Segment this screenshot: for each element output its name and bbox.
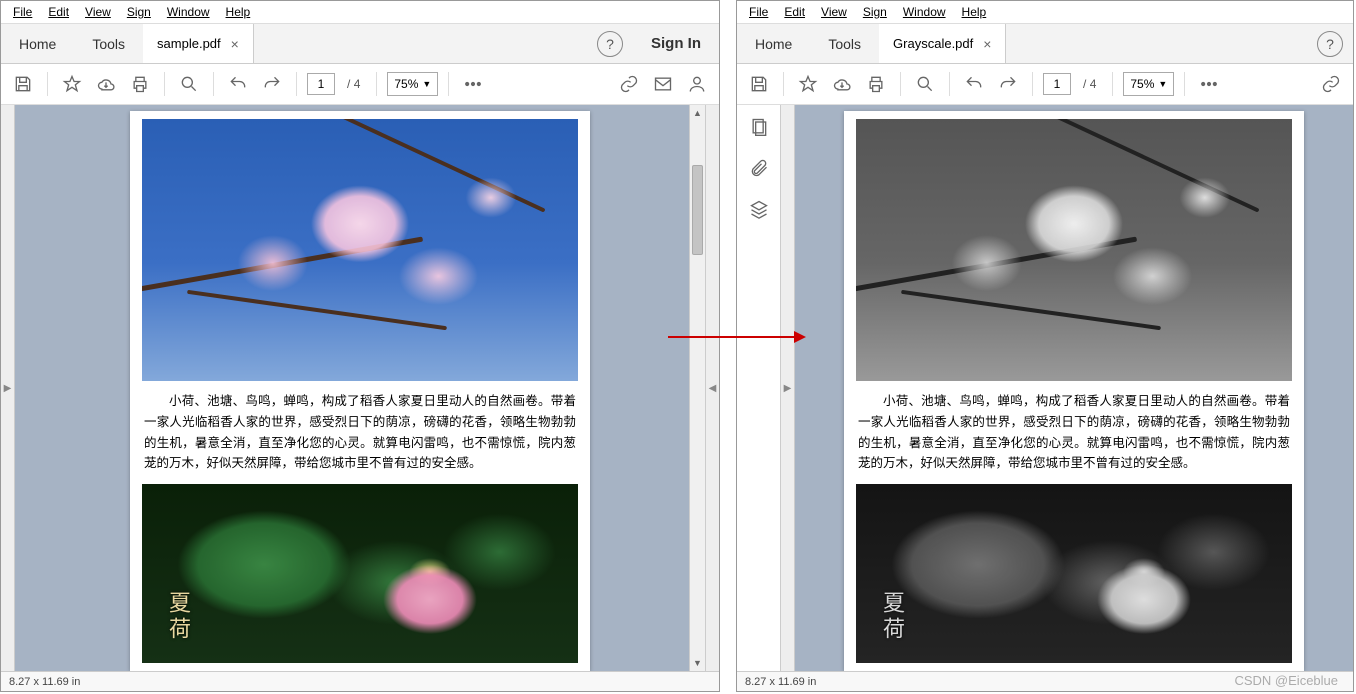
thumbnails-icon[interactable] bbox=[749, 117, 769, 140]
page-number-input[interactable] bbox=[1043, 73, 1071, 95]
document-viewport[interactable]: 小荷、池塘、鸟鸣，蝉鸣，构成了稻香人家夏日里动人的自然画卷。带着一家人光临稻香人… bbox=[795, 105, 1353, 671]
layers-icon[interactable] bbox=[749, 199, 769, 222]
tab-tools[interactable]: Tools bbox=[810, 24, 879, 63]
document-tab-label: Grayscale.pdf bbox=[893, 36, 973, 51]
document-tab[interactable]: sample.pdf × bbox=[143, 24, 254, 63]
cherry-blossom-image-grayscale bbox=[856, 119, 1292, 381]
close-tab-icon[interactable]: × bbox=[231, 36, 239, 52]
page-size-label: 8.27 x 11.69 in bbox=[745, 676, 816, 688]
paragraph-text: 小荷、池塘、鸟鸣，蝉鸣，构成了稻香人家夏日里动人的自然画卷。带着一家人光临稻香人… bbox=[142, 389, 578, 476]
star-icon[interactable] bbox=[794, 70, 822, 98]
paragraph-text: 小荷、池塘、鸟鸣，蝉鸣，构成了稻香人家夏日里动人的自然画卷。带着一家人光临稻香人… bbox=[856, 389, 1292, 476]
print-icon[interactable] bbox=[126, 70, 154, 98]
menu-window[interactable]: Window bbox=[159, 3, 218, 21]
attachments-icon[interactable] bbox=[749, 158, 769, 181]
menu-file[interactable]: File bbox=[741, 3, 776, 21]
scroll-thumb[interactable] bbox=[692, 165, 703, 255]
pdf-page: 小荷、池塘、鸟鸣，蝉鸣，构成了稻香人家夏日里动人的自然画卷。带着一家人光临稻香人… bbox=[844, 111, 1304, 671]
more-icon[interactable] bbox=[459, 70, 487, 98]
redo-icon[interactable] bbox=[994, 70, 1022, 98]
cherry-blossom-image bbox=[142, 119, 578, 381]
menu-sign[interactable]: Sign bbox=[855, 3, 895, 21]
status-bar: 8.27 x 11.69 in bbox=[1, 671, 719, 691]
side-panel bbox=[737, 105, 781, 671]
close-tab-icon[interactable]: × bbox=[983, 36, 991, 52]
cloud-icon[interactable] bbox=[828, 70, 856, 98]
save-icon[interactable] bbox=[745, 70, 773, 98]
lotus-caption: 夏荷 bbox=[162, 591, 194, 643]
lotus-caption: 夏荷 bbox=[876, 591, 908, 643]
menu-file[interactable]: File bbox=[5, 3, 40, 21]
redo-icon[interactable] bbox=[258, 70, 286, 98]
save-icon[interactable] bbox=[9, 70, 37, 98]
left-panel-toggle[interactable]: ▶ bbox=[781, 105, 795, 671]
arrow-line bbox=[668, 336, 794, 338]
link-icon[interactable] bbox=[615, 70, 643, 98]
tab-home[interactable]: Home bbox=[737, 24, 810, 63]
scroll-up-icon[interactable]: ▲ bbox=[690, 105, 705, 121]
pdf-page: 小荷、池塘、鸟鸣，蝉鸣，构成了稻香人家夏日里动人的自然画卷。带着一家人光临稻香人… bbox=[130, 111, 590, 671]
lotus-image: 夏荷 bbox=[142, 484, 578, 663]
vertical-scrollbar[interactable]: ▲ ▼ bbox=[689, 105, 705, 671]
sign-in-button[interactable]: Sign In bbox=[633, 24, 719, 63]
help-icon[interactable]: ? bbox=[597, 31, 623, 57]
menu-sign[interactable]: Sign bbox=[119, 3, 159, 21]
help-icon[interactable]: ? bbox=[1317, 31, 1343, 57]
page-count: / 4 bbox=[1077, 77, 1102, 91]
toolbar: / 4 75%▼ bbox=[737, 64, 1353, 105]
search-icon[interactable] bbox=[175, 70, 203, 98]
menu-help[interactable]: Help bbox=[218, 3, 259, 21]
zoom-selector[interactable]: 75%▼ bbox=[387, 72, 438, 96]
document-tab[interactable]: Grayscale.pdf × bbox=[879, 24, 1006, 63]
tab-bar: Home Tools sample.pdf × ? Sign In bbox=[1, 24, 719, 64]
mail-icon[interactable] bbox=[649, 70, 677, 98]
undo-icon[interactable] bbox=[224, 70, 252, 98]
arrow-head-icon bbox=[794, 331, 806, 343]
document-tab-label: sample.pdf bbox=[157, 36, 221, 51]
menu-window[interactable]: Window bbox=[895, 3, 954, 21]
undo-icon[interactable] bbox=[960, 70, 988, 98]
page-count: / 4 bbox=[341, 77, 366, 91]
page-number-input[interactable] bbox=[307, 73, 335, 95]
menu-edit[interactable]: Edit bbox=[40, 3, 77, 21]
more-icon[interactable] bbox=[1195, 70, 1223, 98]
menu-view[interactable]: View bbox=[77, 3, 119, 21]
zoom-selector[interactable]: 75%▼ bbox=[1123, 72, 1174, 96]
document-viewport[interactable]: 小荷、池塘、鸟鸣，蝉鸣，构成了稻香人家夏日里动人的自然画卷。带着一家人光临稻香人… bbox=[15, 105, 705, 671]
page-size-label: 8.27 x 11.69 in bbox=[9, 676, 80, 688]
search-icon[interactable] bbox=[911, 70, 939, 98]
watermark-text: CSDN @Eiceblue bbox=[1234, 673, 1338, 688]
tab-home[interactable]: Home bbox=[1, 24, 74, 63]
menubar: File Edit View Sign Window Help bbox=[1, 1, 719, 24]
menu-edit[interactable]: Edit bbox=[776, 3, 813, 21]
menu-view[interactable]: View bbox=[813, 3, 855, 21]
star-icon[interactable] bbox=[58, 70, 86, 98]
menu-help[interactable]: Help bbox=[954, 3, 995, 21]
left-panel-toggle[interactable]: ▶ bbox=[1, 105, 15, 671]
link-icon[interactable] bbox=[1317, 70, 1345, 98]
tab-tools[interactable]: Tools bbox=[74, 24, 143, 63]
profile-icon[interactable] bbox=[683, 70, 711, 98]
tab-bar: Home Tools Grayscale.pdf × ? bbox=[737, 24, 1353, 64]
cloud-icon[interactable] bbox=[92, 70, 120, 98]
menubar: File Edit View Sign Window Help bbox=[737, 1, 1353, 24]
toolbar: / 4 75%▼ bbox=[1, 64, 719, 105]
scroll-down-icon[interactable]: ▼ bbox=[690, 655, 705, 671]
right-panel-toggle[interactable]: ◀ bbox=[705, 105, 719, 671]
print-icon[interactable] bbox=[862, 70, 890, 98]
lotus-image-grayscale: 夏荷 bbox=[856, 484, 1292, 663]
